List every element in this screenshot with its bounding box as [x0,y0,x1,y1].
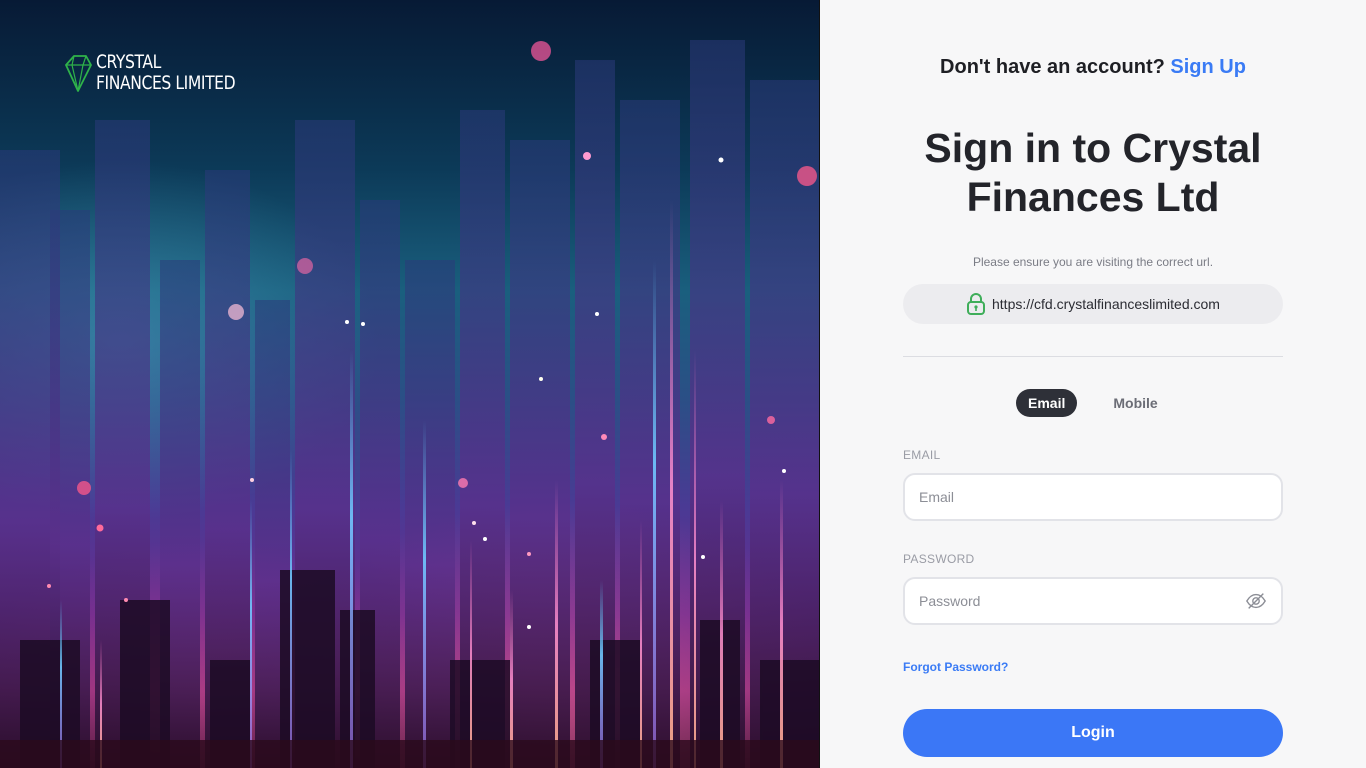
tab-email[interactable]: Email [1016,389,1078,417]
signup-prompt-row: Don't have an account? Sign Up [820,56,1366,79]
signin-panel: Don't have an account? Sign Up Sign in t… [820,0,1366,768]
signup-link[interactable]: Sign Up [1170,56,1246,78]
signup-prompt-text: Don't have an account? [940,56,1165,78]
brand-wordmark: CRYSTAL FINANCES LIMITED [96,51,236,94]
secure-url-box: https://cfd.crystalfinanceslimited.com [903,284,1283,324]
page-title: Sign in to Crystal Finances Ltd [924,125,1262,220]
tab-mobile[interactable]: Mobile [1089,389,1181,417]
email-label: EMAIL [903,448,941,462]
eye-slash-icon[interactable] [1245,590,1267,612]
password-field-wrapper [903,577,1283,625]
email-field[interactable] [919,489,1267,505]
crystal-gem-icon [65,55,92,92]
divider [903,356,1283,357]
lock-icon [967,293,985,315]
forgot-password-link[interactable]: Forgot Password? [903,660,1008,674]
hero-artwork: CRYSTAL FINANCES LIMITED [0,0,820,768]
password-field[interactable] [919,593,1245,609]
password-label: PASSWORD [903,552,975,566]
brand-name-line2: FINANCES LIMITED [96,72,236,94]
secure-url-text: https://cfd.crystalfinanceslimited.com [992,296,1220,312]
brand-name-line1: CRYSTAL [96,51,161,73]
city-skyline-illustration [0,40,819,768]
login-button[interactable]: Login [903,709,1283,757]
url-notice: Please ensure you are visiting the corre… [972,255,1214,269]
login-method-tabs: Email Mobile [1016,389,1182,417]
email-field-wrapper [903,473,1283,521]
brand-logo[interactable]: CRYSTAL FINANCES LIMITED [64,52,266,94]
